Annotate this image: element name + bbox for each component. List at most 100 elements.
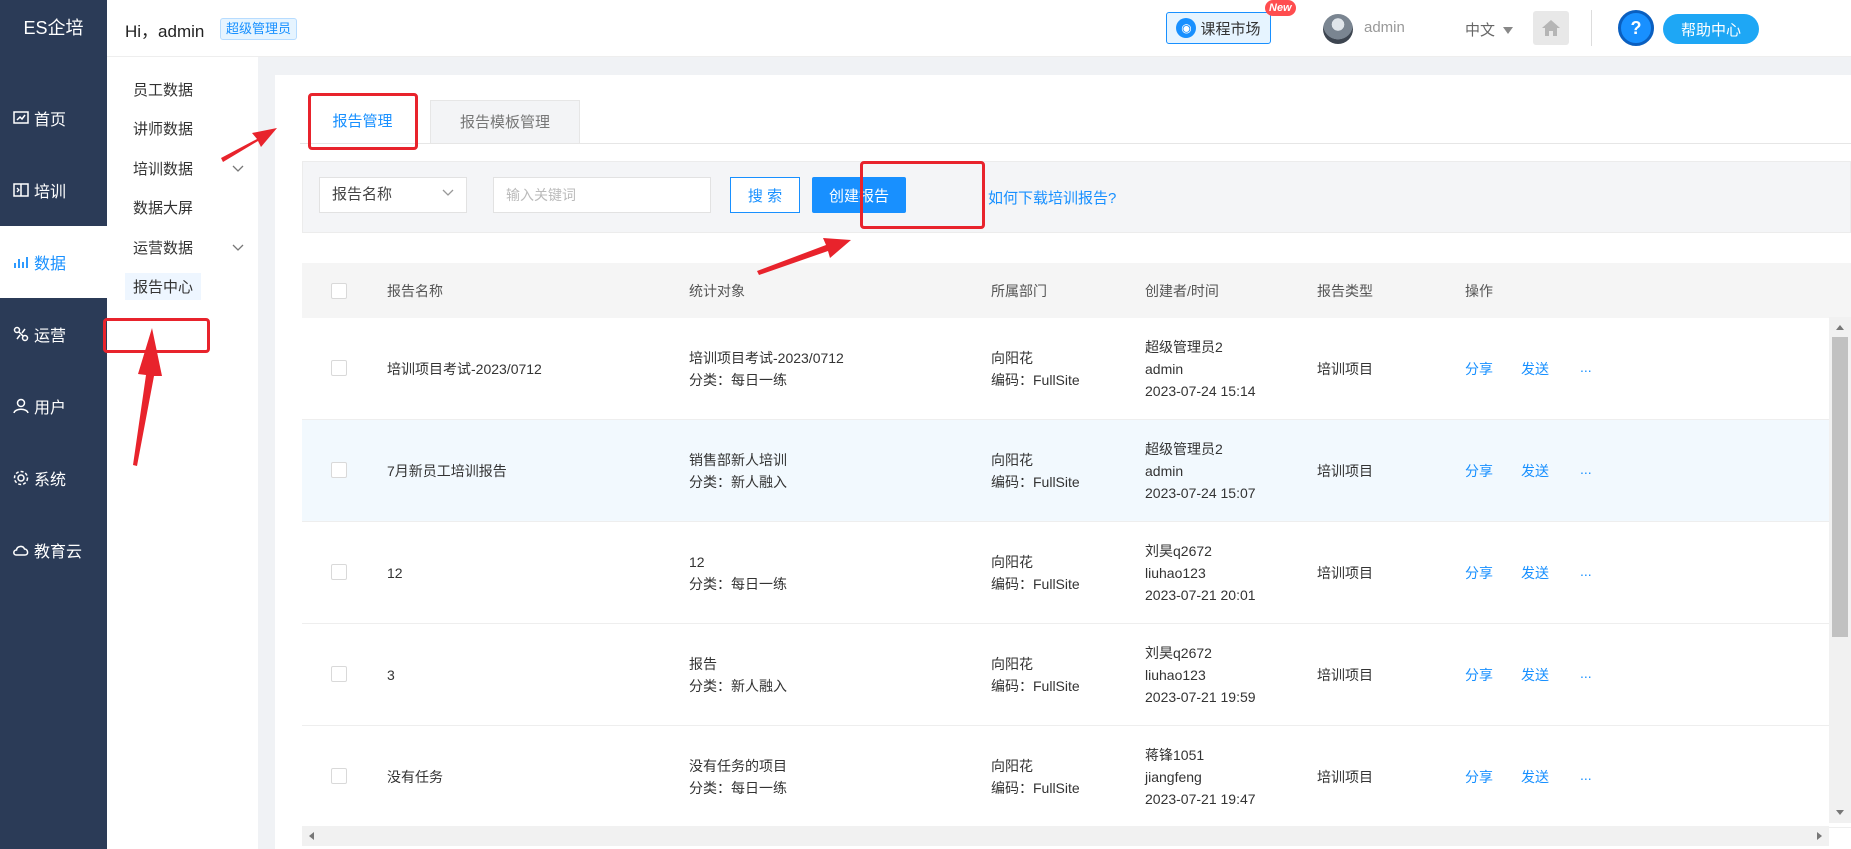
select-all-checkbox[interactable] bbox=[331, 283, 347, 299]
department-name: 向阳花 bbox=[991, 758, 1033, 774]
subnav-item-3[interactable]: 数据大屏 bbox=[133, 197, 193, 218]
row-checkbox[interactable] bbox=[331, 462, 347, 478]
keyword-input[interactable] bbox=[493, 177, 711, 213]
target-name: 培训项目考试-2023/0712 bbox=[689, 350, 844, 366]
creator-name: 蒋锋1051 bbox=[1145, 747, 1205, 763]
main-nav: 首页培训数据运营用户系统教育云 bbox=[0, 82, 107, 586]
help-question-icon[interactable]: ? bbox=[1618, 10, 1654, 46]
share-button[interactable]: 分享 bbox=[1465, 563, 1493, 583]
send-button[interactable]: 发送 bbox=[1521, 563, 1549, 583]
nav-item-6[interactable]: 教育云 bbox=[0, 514, 107, 586]
row-checkbox[interactable] bbox=[331, 360, 347, 376]
avatar[interactable] bbox=[1323, 14, 1353, 44]
share-button[interactable]: 分享 bbox=[1465, 665, 1493, 685]
dashboard-icon bbox=[12, 109, 30, 127]
creator-account: admin bbox=[1145, 463, 1184, 479]
download-help-link[interactable]: 如何下载培训报告? bbox=[988, 187, 1116, 208]
row-checkbox[interactable] bbox=[331, 768, 347, 784]
subnav-item-label: 数据大屏 bbox=[133, 200, 194, 217]
nav-item-label: 数据 bbox=[34, 256, 67, 273]
chevron-down-icon bbox=[232, 239, 244, 256]
share-button[interactable]: 分享 bbox=[1465, 461, 1493, 481]
share-button[interactable]: 分享 bbox=[1465, 767, 1493, 787]
more-actions-button[interactable]: ... bbox=[1580, 359, 1592, 375]
target-name: 12 bbox=[689, 554, 705, 570]
more-actions-button[interactable]: ... bbox=[1580, 665, 1592, 681]
brand-logo[interactable]: ES企培 bbox=[0, 0, 107, 57]
send-button[interactable]: 发送 bbox=[1521, 359, 1549, 379]
search-button[interactable]: 搜 索 bbox=[730, 177, 800, 213]
vertical-scroll-thumb[interactable] bbox=[1832, 337, 1848, 637]
main-sidebar: ES企培 首页培训数据运营用户系统教育云 bbox=[0, 0, 107, 849]
subnav-item-label: 报告中心 bbox=[133, 279, 194, 296]
target-category: 分类：新人融入 bbox=[689, 474, 787, 490]
department-code: 编码：FullSite bbox=[991, 678, 1080, 694]
nav-item-label: 首页 bbox=[34, 112, 67, 129]
table-row[interactable]: 3 报告 分类：新人融入 向阳花 编码：FullSite 刘昊q2672 liuhao123… bbox=[302, 624, 1851, 726]
nav-item-label: 运营 bbox=[34, 328, 67, 345]
nav-item-0[interactable]: 首页 bbox=[0, 82, 107, 154]
report-type: 培训项目 bbox=[1317, 565, 1373, 581]
subnav-item-4[interactable]: 运营数据 bbox=[133, 237, 244, 258]
subnav-item-2[interactable]: 培训数据 bbox=[133, 158, 244, 179]
table-row[interactable]: 7月新员工培训报告 销售部新人培训 分类：新人融入 向阳花 编码：FullSite 超级管… bbox=[302, 420, 1851, 522]
department-code: 编码：FullSite bbox=[991, 576, 1080, 592]
row-checkbox[interactable] bbox=[331, 564, 347, 580]
creator-name: 刘昊q2672 bbox=[1145, 645, 1212, 661]
tab-report-template[interactable]: 报告模板管理 bbox=[430, 100, 580, 144]
department-name: 向阳花 bbox=[991, 350, 1033, 366]
nav-item-4[interactable]: 用户 bbox=[0, 370, 107, 442]
nav-item-2[interactable]: 数据 bbox=[0, 226, 107, 298]
home-button[interactable] bbox=[1533, 11, 1569, 45]
scroll-left-icon[interactable] bbox=[304, 826, 318, 846]
vertical-scrollbar[interactable] bbox=[1829, 317, 1851, 823]
market-icon: ◉ bbox=[1176, 18, 1197, 38]
send-button[interactable]: 发送 bbox=[1521, 461, 1549, 481]
report-type: 培训项目 bbox=[1317, 667, 1373, 683]
user-name[interactable]: admin bbox=[1364, 19, 1405, 36]
tab-report-management[interactable]: 报告管理 bbox=[310, 100, 415, 144]
home-icon bbox=[1542, 20, 1560, 36]
scroll-right-icon[interactable] bbox=[1813, 826, 1827, 846]
data-sub-nav: 员工数据讲师数据培训数据数据大屏运营数据报告中心 bbox=[107, 57, 258, 849]
field-select-value: 报告名称 bbox=[332, 186, 393, 203]
nav-item-1[interactable]: 培训 bbox=[0, 154, 107, 226]
table-row[interactable]: 没有任务 没有任务的项目 分类：每日一练 向阳花 编码：FullSite 蒋锋1051 ji… bbox=[302, 726, 1851, 828]
department-name: 向阳花 bbox=[991, 554, 1033, 570]
department-code: 编码：FullSite bbox=[991, 780, 1080, 796]
row-checkbox[interactable] bbox=[331, 666, 347, 682]
course-market-button[interactable]: ◉ 课程市场 bbox=[1166, 12, 1271, 44]
more-actions-button[interactable]: ... bbox=[1580, 767, 1592, 783]
table-row[interactable]: 12 12 分类：每日一练 向阳花 编码：FullSite 刘昊q2672 liuhao12… bbox=[302, 522, 1851, 624]
department-name: 向阳花 bbox=[991, 452, 1033, 468]
share-button[interactable]: 分享 bbox=[1465, 359, 1493, 379]
subnav-item-1[interactable]: 讲师数据 bbox=[133, 118, 193, 139]
nav-item-5[interactable]: 系统 bbox=[0, 442, 107, 514]
language-label: 中文 bbox=[1465, 22, 1496, 39]
horizontal-scrollbar[interactable] bbox=[302, 826, 1829, 846]
send-button[interactable]: 发送 bbox=[1521, 767, 1549, 787]
more-actions-button[interactable]: ... bbox=[1580, 563, 1592, 579]
header-divider bbox=[1591, 10, 1592, 46]
help-center-button[interactable]: 帮助中心 bbox=[1663, 14, 1759, 44]
send-button[interactable]: 发送 bbox=[1521, 665, 1549, 685]
department-name: 向阳花 bbox=[991, 656, 1033, 672]
scroll-down-icon[interactable] bbox=[1829, 806, 1851, 820]
gear-icon bbox=[12, 469, 30, 487]
language-select[interactable]: 中文 bbox=[1465, 19, 1514, 40]
more-actions-button[interactable]: ... bbox=[1580, 461, 1592, 477]
scroll-up-icon[interactable] bbox=[1829, 320, 1851, 334]
caret-down-icon bbox=[1503, 27, 1514, 35]
subnav-item-5[interactable]: 报告中心 bbox=[125, 273, 202, 300]
table-row[interactable]: 培训项目考试-2023/0712 培训项目考试-2023/0712 分类：每日一练 向… bbox=[302, 318, 1851, 420]
create-report-button[interactable]: 创建报告 bbox=[812, 177, 906, 213]
subnav-item-0[interactable]: 员工数据 bbox=[133, 79, 193, 100]
report-type: 培训项目 bbox=[1317, 769, 1373, 785]
created-time: 2023-07-21 19:59 bbox=[1145, 689, 1256, 705]
creator-account: jiangfeng bbox=[1145, 769, 1202, 785]
created-time: 2023-07-24 15:14 bbox=[1145, 383, 1256, 399]
nav-item-3[interactable]: 运营 bbox=[0, 298, 107, 370]
report-name: 12 bbox=[387, 565, 403, 581]
field-select[interactable]: 报告名称 bbox=[319, 177, 467, 213]
nav-item-label: 系统 bbox=[34, 472, 67, 489]
